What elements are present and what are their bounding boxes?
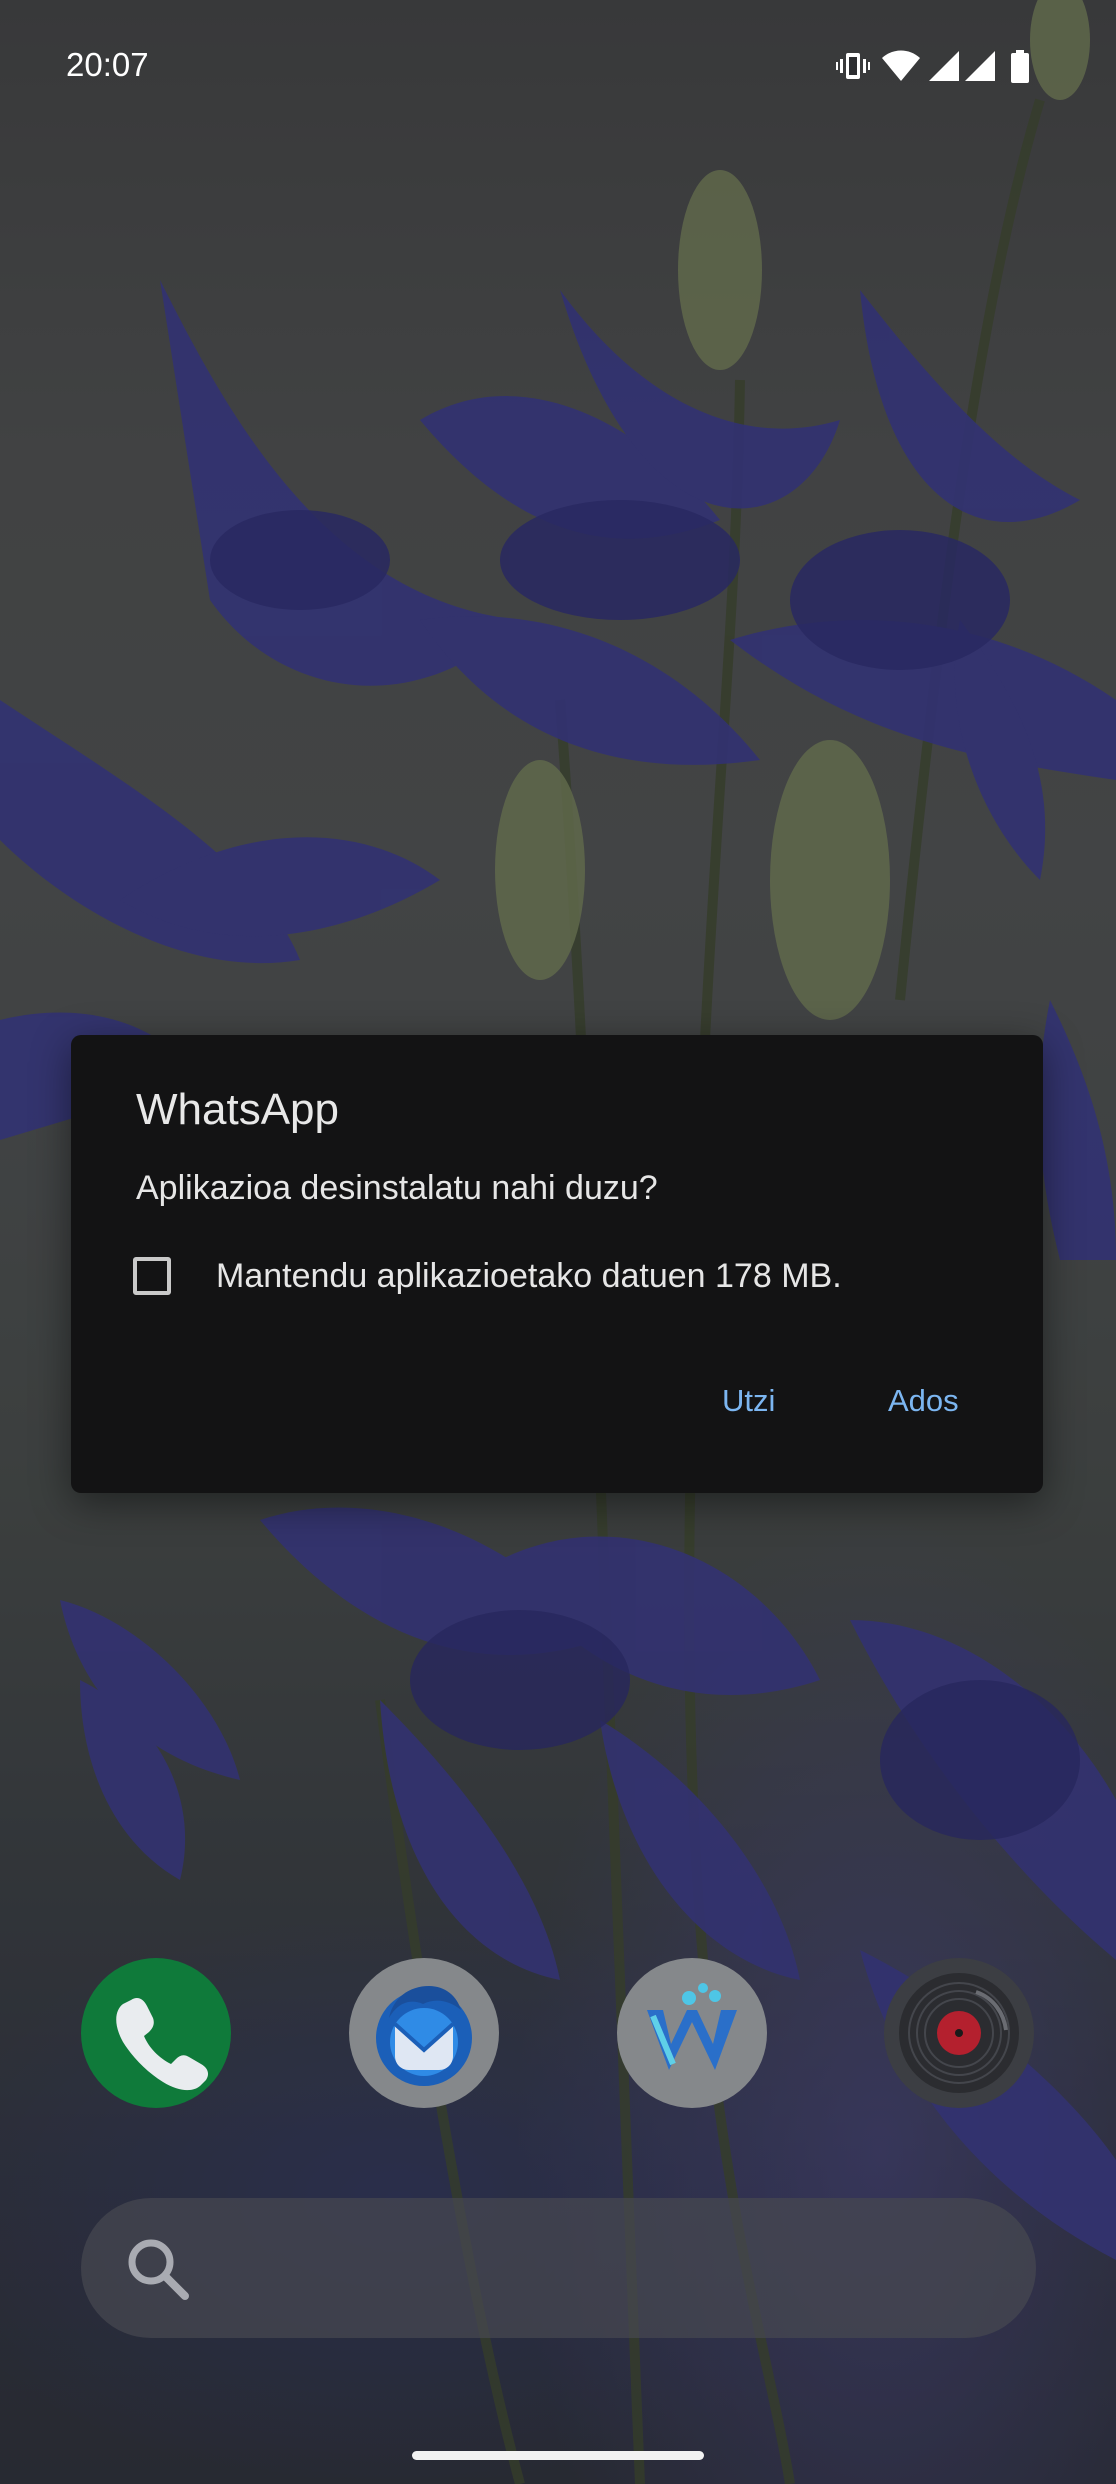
music-player-icon (899, 1973, 1019, 2093)
vibrate-icon (836, 53, 870, 79)
gesture-nav-handle[interactable] (412, 2451, 704, 2460)
status-clock: 20:07 (66, 46, 149, 83)
cancel-button[interactable]: Utzi (708, 1375, 789, 1427)
keep-data-checkbox[interactable] (133, 1257, 171, 1295)
status-bar: 20:07 (0, 0, 1116, 130)
uninstall-dialog: WhatsApp Aplikazioa desinstalatu nahi du… (71, 1035, 1043, 1493)
keep-data-label: Mantendu aplikazioetako datuen 178 MB. (216, 1257, 842, 1295)
battery-icon (1011, 50, 1029, 83)
dock-app-phone[interactable] (81, 1958, 231, 2108)
phone-icon (116, 1998, 209, 2091)
search-input[interactable] (211, 2228, 995, 2310)
dock-app-wikipedia[interactable] (617, 1958, 767, 2108)
wikipedia-icon (647, 1983, 737, 2070)
home-screen: 20:07 WhatsApp Aplikazioa desinstalatu n… (0, 0, 1116, 2484)
search-icon (128, 2239, 189, 2300)
dock-app-thunderbird[interactable] (349, 1958, 499, 2108)
thunderbird-icon (376, 1986, 472, 2086)
search-bar[interactable] (81, 2198, 1036, 2338)
ok-button[interactable]: Ados (874, 1375, 973, 1427)
cell-signal-icon (965, 51, 995, 81)
keep-data-option[interactable]: Mantendu aplikazioetako datuen 178 MB. (133, 1253, 993, 1309)
wifi-icon (882, 50, 920, 81)
status-icons (836, 50, 1056, 83)
dock-app-music-player[interactable] (884, 1958, 1034, 2108)
cell-signal-icon (929, 51, 959, 81)
dialog-title: WhatsApp (136, 1085, 339, 1134)
dialog-message: Aplikazioa desinstalatu nahi duzu? (136, 1169, 658, 1207)
